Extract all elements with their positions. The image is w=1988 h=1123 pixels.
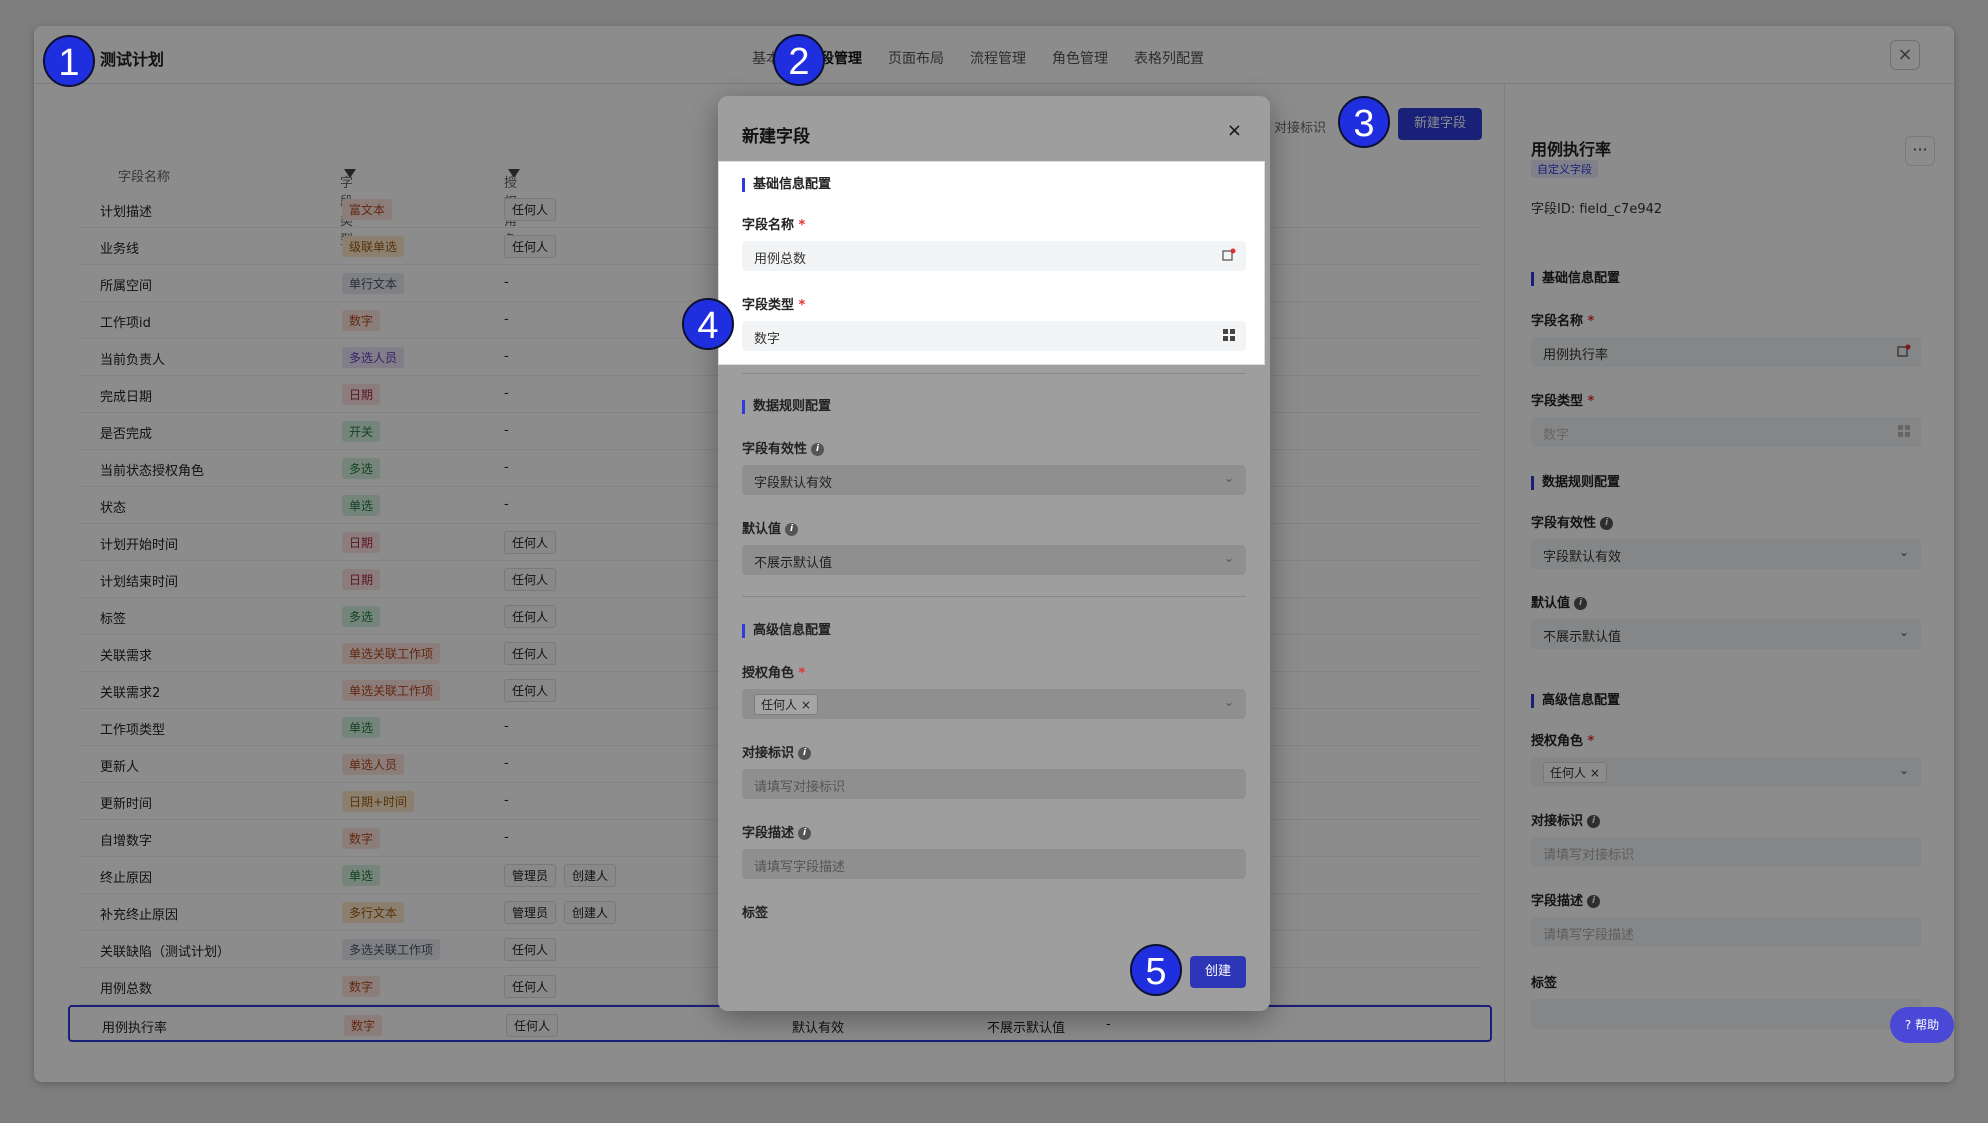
rules-section-title: 数据规则配置 — [742, 400, 1246, 414]
default-value-label: 默认值 i — [742, 518, 1246, 537]
integration-key-input[interactable]: 请填写对接标识 — [742, 769, 1246, 799]
field-description-label: 字段描述 i — [742, 822, 1246, 841]
role-chip: 任何人 × — [754, 694, 818, 715]
question-icon: ? — [1904, 1018, 1912, 1032]
field-name-label: 字段名称 * — [742, 218, 806, 233]
info-icon: i — [798, 747, 812, 760]
default-value-select[interactable]: 不展示默认值 ⌄ — [742, 545, 1246, 575]
modal-title: 新建字段 — [742, 127, 810, 147]
step-badge-5: 5 — [1130, 944, 1182, 996]
chevron-down-icon: ⌄ — [1223, 551, 1234, 565]
grid-icon — [1223, 329, 1235, 341]
validity-select[interactable]: 字段默认有效 ⌄ — [742, 465, 1246, 495]
roles-label: 授权角色 * — [742, 666, 806, 681]
info-icon: i — [798, 827, 812, 840]
field-name-input[interactable]: 用例总数 — [742, 241, 1246, 271]
field-type-select[interactable]: 数字 — [742, 321, 1246, 351]
validity-label: 字段有效性 i — [742, 438, 1246, 457]
advanced-section-title: 高级信息配置 — [742, 624, 1246, 638]
step-badge-2: 2 — [773, 34, 825, 86]
close-icon[interactable]: × — [1227, 120, 1242, 141]
step-badge-1: 1 — [43, 35, 95, 87]
info-icon: i — [785, 523, 799, 536]
help-button[interactable]: ? 帮助 — [1890, 1007, 1954, 1043]
basic-info-section: 基础信息配置 字段名称 * 用例总数 字段类型 * 数字 — [718, 161, 1265, 365]
step-badge-4: 4 — [682, 298, 734, 350]
chevron-down-icon: ⌄ — [1223, 471, 1234, 485]
integration-key-label: 对接标识 i — [742, 742, 1246, 761]
tags-label: 标签 — [742, 906, 769, 921]
chevron-down-icon: ⌄ — [1223, 695, 1234, 709]
create-button[interactable]: 创建 — [1190, 956, 1246, 988]
field-description-input[interactable]: 请填写字段描述 — [742, 849, 1246, 879]
edit-icon — [1222, 248, 1236, 261]
step-badge-3: 3 — [1338, 96, 1390, 148]
basic-section-title: 基础信息配置 — [742, 178, 1246, 192]
field-type-label: 字段类型 * — [742, 298, 806, 313]
roles-select[interactable]: 任何人 × ⌄ — [742, 689, 1246, 719]
info-icon: i — [811, 443, 825, 456]
